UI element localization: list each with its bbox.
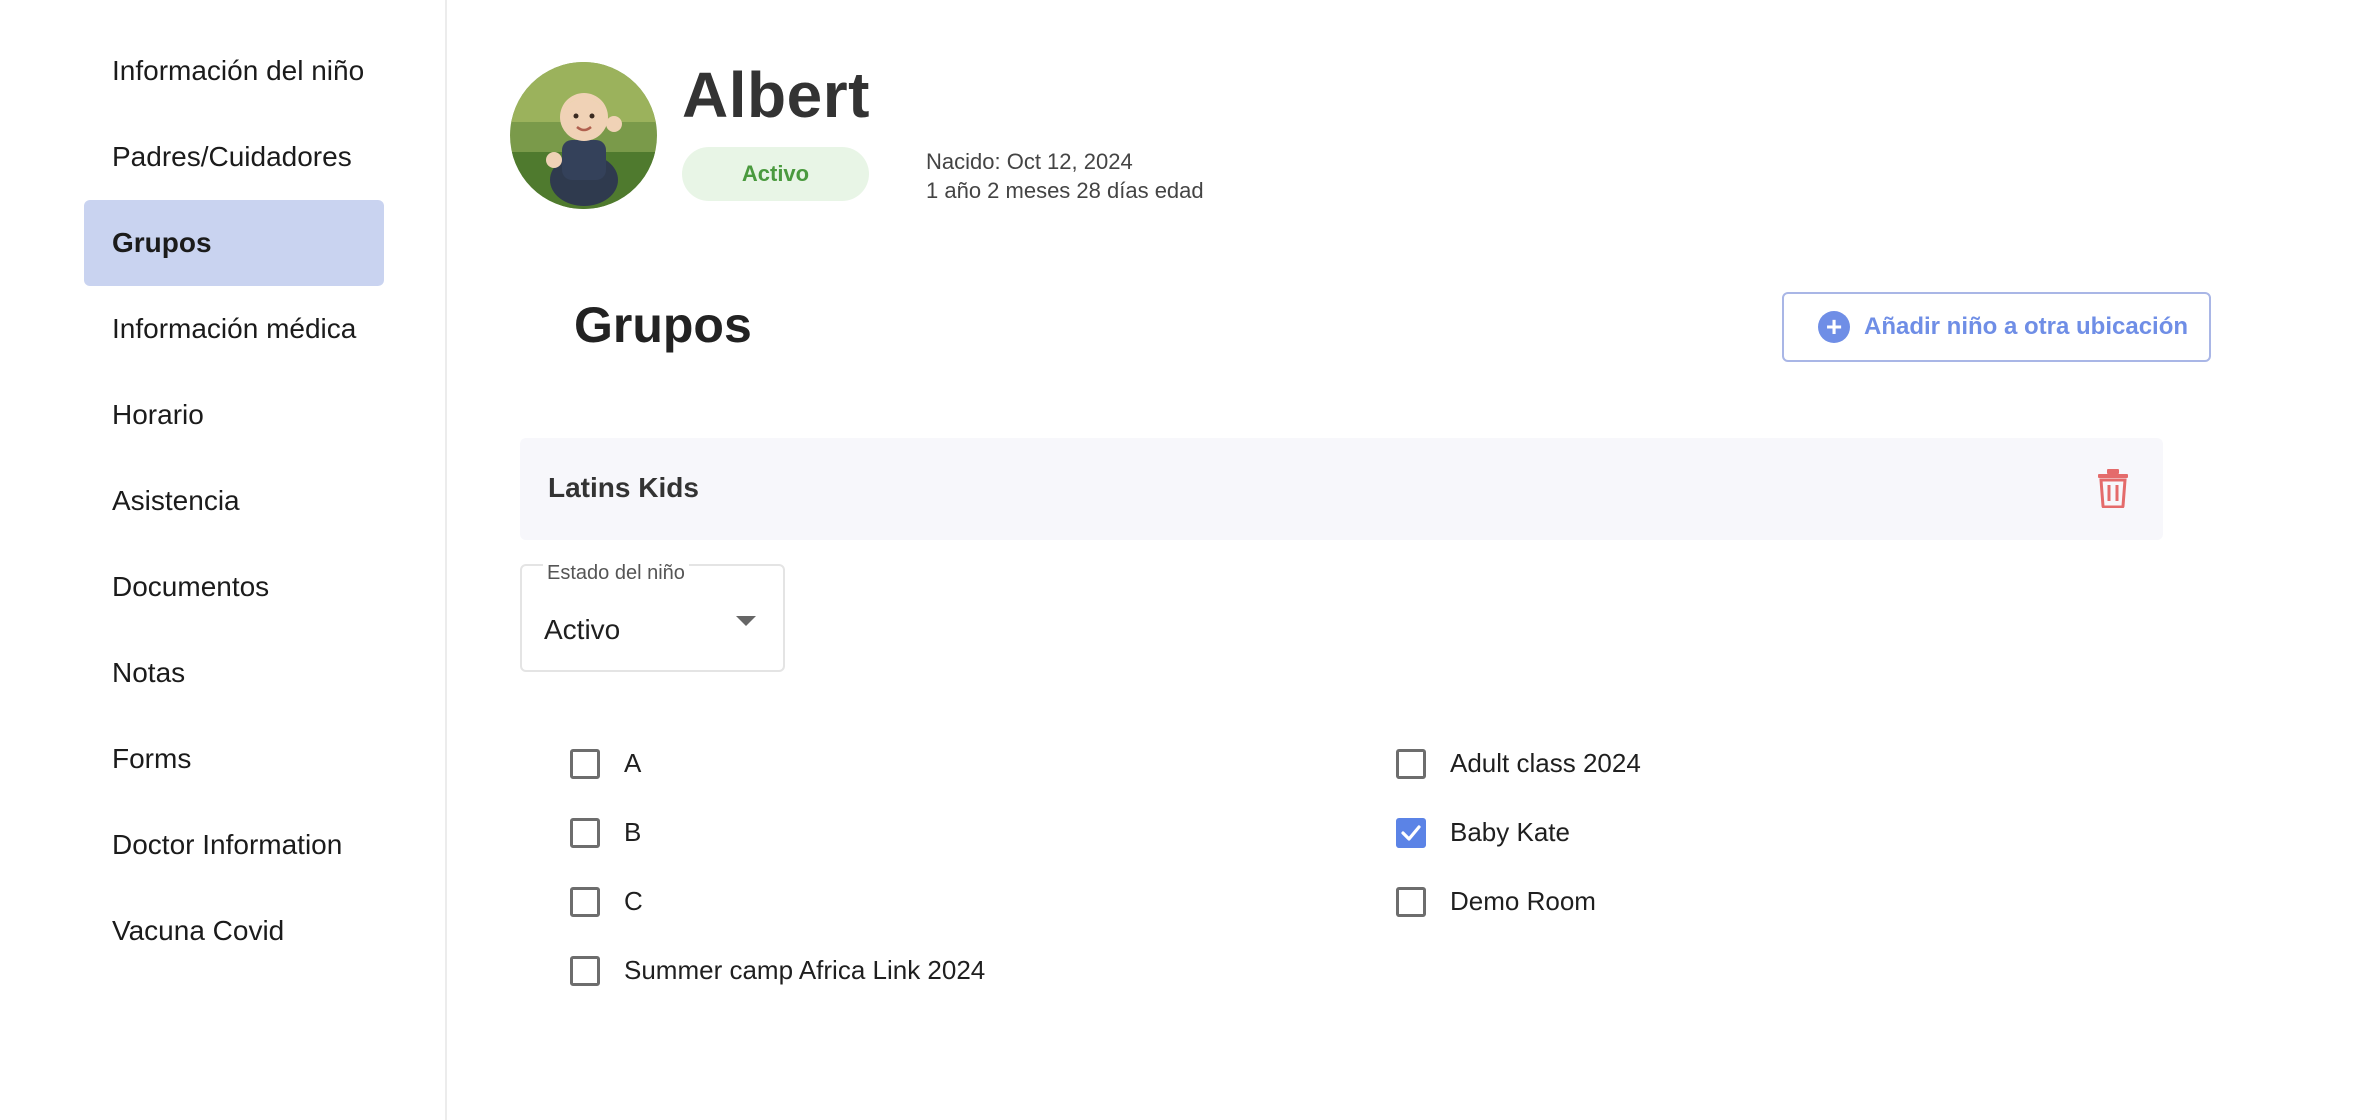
sidebar-item-forms[interactable]: Forms	[84, 716, 384, 802]
sidebar-item-asistencia[interactable]: Asistencia	[84, 458, 384, 544]
trash-icon[interactable]	[2097, 468, 2129, 508]
birth-info: Nacido: Oct 12, 2024 1 año 2 meses 28 dí…	[926, 147, 1204, 205]
room-checkbox-adult-class-2024[interactable]: Adult class 2024	[1396, 748, 1641, 779]
sidebar: Información del niño Padres/Cuidadores G…	[0, 0, 447, 1120]
sidebar-item-doctor-information[interactable]: Doctor Information	[84, 802, 384, 888]
sidebar-item-vacuna-covid[interactable]: Vacuna Covid	[84, 888, 384, 974]
checkbox-unchecked-icon	[1396, 886, 1426, 917]
sidebar-item-documentos[interactable]: Documentos	[84, 544, 384, 630]
page-title: Grupos	[574, 297, 752, 353]
room-label: C	[624, 886, 643, 916]
child-name: Albert	[682, 59, 870, 131]
checkmark-icon	[1401, 824, 1421, 841]
sidebar-item-grupos[interactable]: Grupos	[84, 200, 384, 286]
group-card: Latins Kids	[520, 438, 2163, 540]
room-checkbox-summer-camp-africa-link-2024[interactable]: Summer camp Africa Link 2024	[570, 955, 985, 986]
room-label: Demo Room	[1450, 886, 1596, 916]
room-checkbox-demo-room[interactable]: Demo Room	[1396, 886, 1596, 917]
child-status-select[interactable]: Estado del niño Activo	[520, 562, 785, 672]
room-checkbox-a[interactable]: A	[570, 748, 641, 779]
room-checkbox-baby-kate[interactable]: Baby Kate	[1396, 817, 1570, 848]
avatar	[510, 62, 657, 209]
checkbox-unchecked-icon	[570, 748, 600, 779]
room-label: Summer camp Africa Link 2024	[624, 955, 986, 985]
sidebar-item-padres-cuidadores[interactable]: Padres/Cuidadores	[84, 114, 384, 200]
group-name: Latins Kids	[548, 472, 699, 503]
child-status-value: Activo	[544, 614, 621, 645]
child-status-label: Estado del niño	[543, 562, 689, 585]
sidebar-list: Información del niño Padres/Cuidadores G…	[84, 28, 384, 974]
checkbox-unchecked-icon	[570, 886, 600, 917]
checkbox-unchecked-icon	[1396, 748, 1426, 779]
add-to-location-button[interactable]: + Añadir niño a otra ubicación	[1782, 292, 2211, 362]
room-label: A	[624, 748, 642, 778]
add-to-location-label: Añadir niño a otra ubicación	[1864, 313, 2189, 340]
child-age: 1 año 2 meses 28 días edad	[926, 178, 1204, 203]
checkbox-unchecked-icon	[570, 955, 600, 986]
room-label: Baby Kate	[1450, 817, 1570, 847]
plus-circle-icon: +	[1818, 311, 1850, 343]
room-label: B	[624, 817, 642, 847]
sidebar-item-informacion-nino[interactable]: Información del niño	[84, 28, 384, 114]
room-checkbox-b[interactable]: B	[570, 817, 641, 848]
sidebar-item-horario[interactable]: Horario	[84, 372, 384, 458]
checkbox-unchecked-icon	[570, 817, 600, 848]
birth-date: Nacido: Oct 12, 2024	[926, 149, 1133, 174]
sidebar-item-notas[interactable]: Notas	[84, 630, 384, 716]
room-checkbox-c[interactable]: C	[570, 886, 643, 917]
checkbox-checked-icon	[1396, 817, 1426, 848]
child-photo	[510, 62, 657, 209]
caret-down-icon	[736, 616, 756, 626]
status-badge: Activo	[682, 147, 869, 201]
room-label: Adult class 2024	[1450, 748, 1641, 778]
sidebar-item-informacion-medica[interactable]: Información médica	[84, 286, 384, 372]
